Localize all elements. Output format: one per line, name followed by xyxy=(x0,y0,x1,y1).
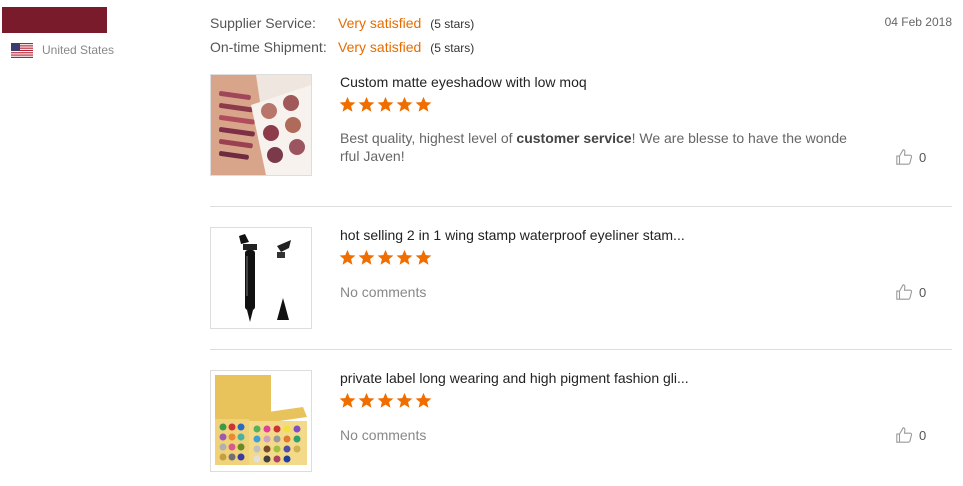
star-icon xyxy=(396,96,413,112)
product-thumbnail-eyeliner[interactable] xyxy=(210,227,312,329)
buyer-country: United States xyxy=(42,43,115,57)
star-icon xyxy=(358,392,375,408)
eyeliner-stamp-image xyxy=(211,228,311,328)
like-count: 0 xyxy=(919,427,927,443)
thumbs-up-icon xyxy=(896,284,913,300)
star-icon xyxy=(396,249,413,265)
star-icon xyxy=(415,249,432,265)
product-review: Custom matte eyeshadow with low moq Best… xyxy=(210,74,952,207)
glitter-palette-image xyxy=(211,371,311,471)
star-rating xyxy=(339,249,432,266)
product-title-link[interactable]: hot selling 2 in 1 wing stamp waterproof… xyxy=(340,227,685,243)
star-icon xyxy=(377,96,394,112)
review-date: 04 Feb 2018 xyxy=(884,15,952,29)
star-icon xyxy=(377,249,394,265)
like-count: 0 xyxy=(919,284,927,300)
like-button[interactable]: 0 xyxy=(895,426,926,444)
rating-row-ontime-shipment: On-time Shipment: Very satisfied (5 star… xyxy=(210,39,474,63)
product-title-link[interactable]: Custom matte eyeshadow with low moq xyxy=(340,74,587,90)
star-icon xyxy=(339,392,356,408)
product-thumbnail-glitter-palette[interactable] xyxy=(210,370,312,472)
review-text-bold: customer service xyxy=(516,130,632,146)
star-icon xyxy=(339,96,356,112)
no-comments-text: No comments xyxy=(340,284,427,300)
star-rating xyxy=(339,392,432,409)
rating-value: Very satisfied xyxy=(338,39,422,55)
rating-label: Supplier Service: xyxy=(210,15,316,31)
like-button[interactable]: 0 xyxy=(895,148,926,166)
star-icon xyxy=(358,249,375,265)
star-rating xyxy=(339,96,432,113)
no-comments-text: No comments xyxy=(340,427,427,443)
like-button[interactable]: 0 xyxy=(895,283,926,301)
rating-label: On-time Shipment: xyxy=(210,39,327,55)
star-icon xyxy=(415,392,432,408)
rating-value: Very satisfied xyxy=(338,15,422,31)
thumbs-up-icon xyxy=(896,149,913,165)
rating-row-supplier-service: Supplier Service: Very satisfied (5 star… xyxy=(210,15,474,39)
product-thumbnail-eyeshadow[interactable] xyxy=(210,74,312,176)
product-review: private label long wearing and high pigm… xyxy=(210,370,952,480)
star-icon xyxy=(415,96,432,112)
thumbs-up-icon xyxy=(896,427,913,443)
star-icon xyxy=(339,249,356,265)
like-count: 0 xyxy=(919,149,927,165)
review-text: Best quality, highest level of customer … xyxy=(340,129,850,165)
rating-stars-text: (5 stars) xyxy=(430,41,475,55)
product-review: hot selling 2 in 1 wing stamp waterproof… xyxy=(210,227,952,350)
rating-stars-text: (5 stars) xyxy=(430,17,475,31)
us-flag-icon xyxy=(11,43,33,58)
star-icon xyxy=(377,392,394,408)
eyeshadow-swatch-image xyxy=(211,75,311,175)
star-icon xyxy=(358,96,375,112)
buyer-name-redacted xyxy=(2,7,107,33)
product-title-link[interactable]: private label long wearing and high pigm… xyxy=(340,370,689,386)
review-text-part: Best quality, highest level of xyxy=(340,130,517,146)
star-icon xyxy=(396,392,413,408)
supplier-ratings: Supplier Service: Very satisfied (5 star… xyxy=(210,15,474,63)
